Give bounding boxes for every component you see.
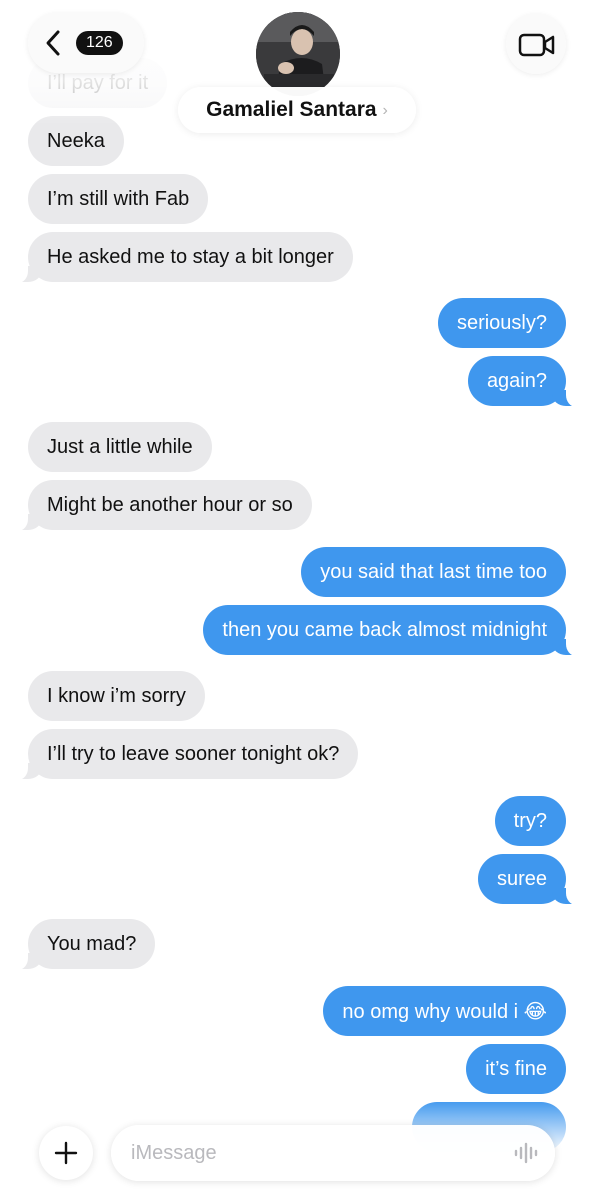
contact-avatar[interactable]	[256, 12, 340, 96]
message-bubble-outgoing[interactable]: seriously?	[437, 298, 566, 348]
add-attachment-button[interactable]	[39, 1126, 93, 1180]
message-bubble-outgoing[interactable]: you said that last time too	[301, 547, 566, 597]
facetime-video-button[interactable]	[506, 14, 566, 74]
message-bubble-incoming[interactable]: I’m still with Fab	[28, 174, 209, 224]
message-bubble-incoming[interactable]: You mad?	[13, 919, 156, 970]
message-bubble-outgoing[interactable]: it’s fine	[466, 1044, 566, 1094]
unread-count-badge: 126	[76, 31, 123, 55]
message-bubble-outgoing[interactable]: then you came back almost midnight	[203, 605, 580, 656]
imessage-input[interactable]	[131, 1125, 491, 1181]
contact-name-button[interactable]: Gamaliel Santara ›	[178, 87, 416, 133]
message-bubble-incoming[interactable]: Neeka	[28, 116, 124, 166]
message-bubble-incoming[interactable]: He asked me to stay a bit longer	[14, 232, 353, 283]
chevron-right-icon: ›	[382, 102, 388, 119]
message-bubble-outgoing[interactable]: try?	[494, 796, 566, 846]
back-button[interactable]: 126	[28, 13, 144, 73]
message-bubble-incoming[interactable]: I know i’m sorry	[28, 671, 205, 721]
message-bubble-incoming[interactable]: I’ll try to leave sooner tonight ok?	[13, 729, 359, 780]
message-thread: I’ll pay for it Neeka I’m still with Fab…	[0, 0, 594, 1200]
audio-waveform-icon[interactable]	[513, 1142, 539, 1169]
message-bubble-incoming[interactable]: Just a little while	[28, 422, 212, 472]
message-bubble-outgoing[interactable]: suree	[477, 854, 581, 905]
message-bubble-outgoing[interactable]: again?	[467, 356, 581, 407]
message-bubble-outgoing[interactable]: no omg why would i 😂	[323, 986, 566, 1036]
message-bubble-incoming[interactable]: Might be another hour or so	[14, 480, 312, 531]
message-compose-field[interactable]	[111, 1125, 555, 1181]
chevron-left-icon	[44, 29, 62, 62]
contact-name: Gamaliel Santara	[206, 98, 377, 121]
